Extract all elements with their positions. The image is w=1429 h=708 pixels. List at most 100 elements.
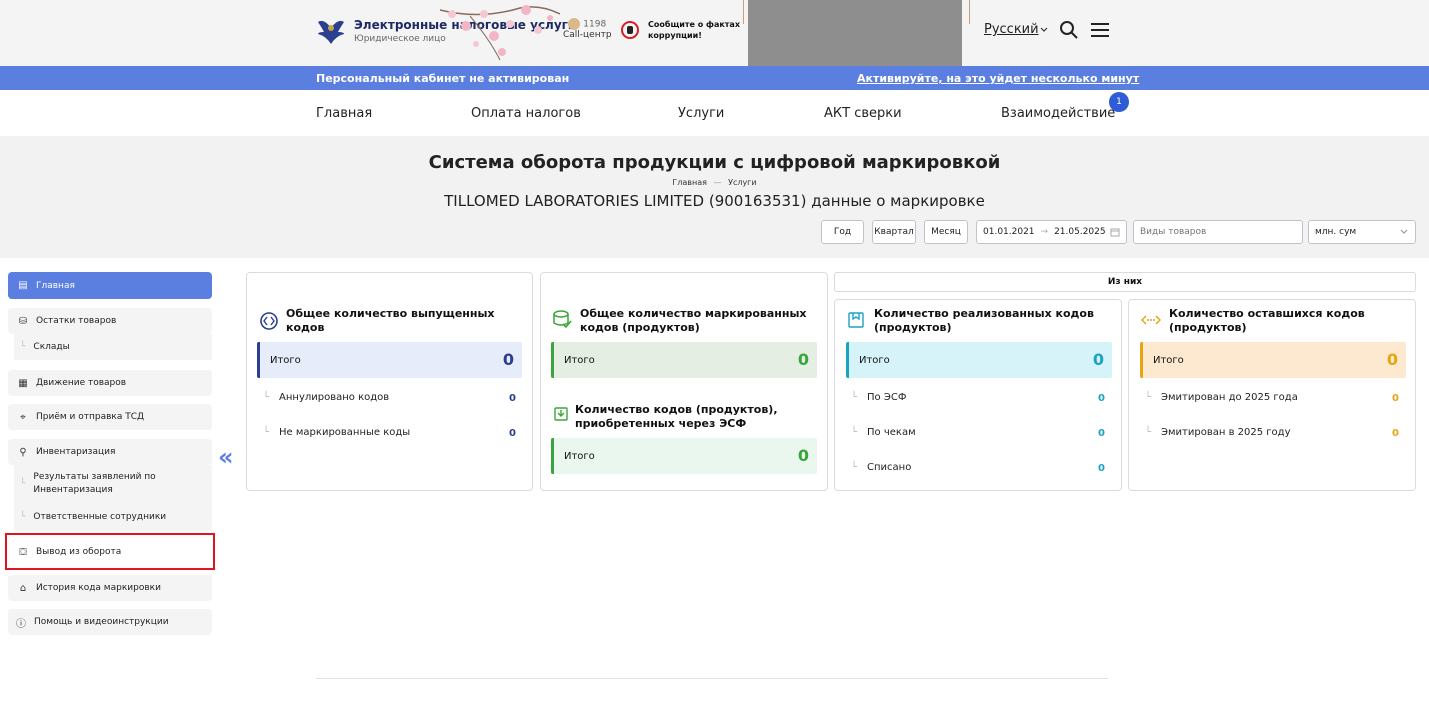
row-label: Эмитирован до 2025 года (1161, 392, 1298, 403)
search-icon: ⚲ (19, 446, 27, 458)
list-item: └ По чекам (851, 427, 916, 438)
remaining-codes-card: Количество оставшихся кодов (продуктов) … (1128, 299, 1416, 491)
subset-header: Из них (834, 272, 1416, 292)
total-value: 0 (1092, 350, 1104, 369)
card-title: Количество кодов (продуктов), приобретен… (575, 403, 778, 430)
list-item: └ Списано (851, 462, 911, 473)
report-corruption[interactable]: Сообщите о фактах коррупции! (620, 19, 740, 41)
row-value: 0 (509, 393, 516, 404)
row-value: 0 (509, 428, 516, 439)
unit-value: млн. сум (1315, 227, 1357, 237)
dashboard-icon: ▤ (18, 280, 28, 291)
list-item: └ Эмитирован до 2025 года (1145, 392, 1298, 403)
total-value: 0 (797, 446, 809, 465)
filter-quarter-button[interactable]: Квартал (872, 220, 916, 244)
bookmark-box-icon (848, 312, 864, 328)
activate-link[interactable]: Активируйте, на это уйдет несколько мину… (857, 72, 1139, 85)
search-icon[interactable] (1059, 20, 1079, 40)
info-icon: ⓘ (16, 618, 26, 630)
sidebar-item-tsd[interactable]: ⌖ Приём и отправка ТСД (8, 404, 212, 430)
no-bribe-icon (621, 21, 639, 39)
sold-codes-card: Количество реализованных кодов (продукто… (834, 299, 1122, 491)
chevron-down-icon (1400, 229, 1408, 234)
filter-month-button[interactable]: Месяц (924, 220, 968, 244)
sidebar-item-home[interactable]: ▤ Главная (8, 272, 212, 299)
sakura-decoration-icon (440, 5, 560, 61)
chevron-down-icon (1040, 27, 1048, 32)
sidebar-item-stock[interactable]: ⛁ Остатки товаров (8, 308, 212, 334)
main-nav: Главная Оплата налогов Услуги АКТ сверки… (0, 90, 1429, 136)
page-title: Система оборота продукции с цифровой мар… (428, 152, 1001, 173)
unit-select[interactable]: млн. сум (1308, 220, 1416, 244)
nav-reconciliation[interactable]: АКТ сверки (824, 106, 902, 121)
goods-type-input[interactable] (1133, 220, 1303, 244)
total-label: Итого (564, 354, 595, 366)
total-value: 0 (797, 350, 809, 369)
nav-tax-payment[interactable]: Оплата налогов (471, 106, 581, 121)
card-title: Общее количество выпущенных кодов (286, 307, 495, 334)
sidebar-item-code-history[interactable]: ⌂ История кода маркировки (8, 575, 212, 601)
card-title: Количество реализованных кодов (продукто… (874, 307, 1094, 334)
sidebar-item-label: Инвентаризация (36, 447, 116, 457)
tree-branch-icon: └ (263, 427, 270, 438)
nav-interaction[interactable]: Взаимодействие (1001, 106, 1115, 121)
sidebar-item-warehouses[interactable]: └ Склады (14, 334, 212, 360)
report-line2: коррупции! (648, 31, 702, 40)
row-value: 0 (1392, 428, 1399, 439)
sidebar-item-label: Остатки товаров (36, 316, 117, 326)
list-item: └ По ЭСФ (851, 392, 906, 403)
sidebar-item-inventory[interactable]: ⚲ Инвентаризация (8, 439, 212, 465)
call-center[interactable]: 1198 Call-центр (563, 18, 612, 40)
row-value: 0 (1098, 393, 1105, 404)
notice-text: Персональный кабинет не активирован (316, 72, 570, 85)
tree-branch-icon: └ (20, 342, 26, 352)
date-range-picker[interactable]: 01.01.2021 → 21.05.2025 (976, 220, 1127, 244)
nav-services[interactable]: Услуги (678, 106, 724, 121)
tree-branch-icon: └ (851, 427, 858, 438)
tree-branch-icon: └ (851, 392, 858, 403)
total-value: 0 (502, 350, 514, 369)
total-row: Итого 0 (1140, 342, 1406, 378)
calendar-icon (1110, 228, 1120, 237)
total-label: Итого (859, 354, 890, 366)
row-value: 0 (1098, 463, 1105, 474)
list-item: └ Аннулировано кодов (263, 392, 389, 403)
sidebar-item-label: История кода маркировки (36, 583, 161, 593)
sidebar-item-label: Ответственные сотрудники (33, 512, 167, 522)
arrow-right-icon: → (1040, 227, 1049, 237)
sidebar-item-inventory-results[interactable]: └ Результаты заявлений по Инвентаризация (14, 465, 212, 503)
language-select[interactable]: Русский (984, 22, 1049, 37)
scanner-icon: ⌖ (20, 411, 26, 423)
sidebar-item-help[interactable]: ⓘ Помощь и видеоинструкции (8, 609, 212, 635)
filter-year-button[interactable]: Год (821, 220, 864, 244)
hamburger-menu-icon[interactable] (1090, 21, 1110, 39)
sidebar-item-label: Результаты заявлений по Инвентаризация (33, 472, 156, 495)
list-item: └ Эмитирован в 2025 году (1145, 427, 1291, 438)
emblem-icon (314, 14, 348, 48)
breadcrumb-separator: — (713, 178, 722, 187)
total-row: Итого 0 (551, 342, 817, 378)
total-value: 0 (1386, 350, 1398, 369)
phone-icon (568, 18, 581, 30)
boxes-icon: ⛁ (18, 315, 28, 327)
nav-home[interactable]: Главная (316, 106, 372, 121)
breadcrumb: Главная — Услуги (0, 178, 1429, 187)
page-header: Система оборота продукции с цифровой мар… (0, 136, 1429, 258)
breadcrumb-home[interactable]: Главная (672, 178, 707, 187)
database-check-icon (553, 310, 572, 329)
report-line1: Сообщите о фактах (648, 20, 740, 29)
total-row: Итого 0 (257, 342, 522, 378)
row-label: Не маркированные коды (279, 427, 411, 438)
footer-divider (316, 678, 1108, 679)
divider (743, 0, 744, 24)
total-row: Итого 0 (846, 342, 1112, 378)
list-item: └ Не маркированные коды (263, 427, 410, 438)
collapse-sidebar-icon[interactable]: « (218, 443, 234, 471)
sidebar-item-movement[interactable]: ▦ Движение товаров (8, 370, 212, 396)
tree-branch-icon: └ (20, 478, 26, 489)
notification-badge: 1 (1109, 92, 1129, 112)
sidebar-item-responsible[interactable]: └ Ответственные сотрудники (14, 503, 212, 531)
grid-icon: ▦ (18, 377, 28, 389)
breadcrumb-current[interactable]: Услуги (728, 178, 757, 187)
date-from: 01.01.2021 (983, 227, 1035, 237)
